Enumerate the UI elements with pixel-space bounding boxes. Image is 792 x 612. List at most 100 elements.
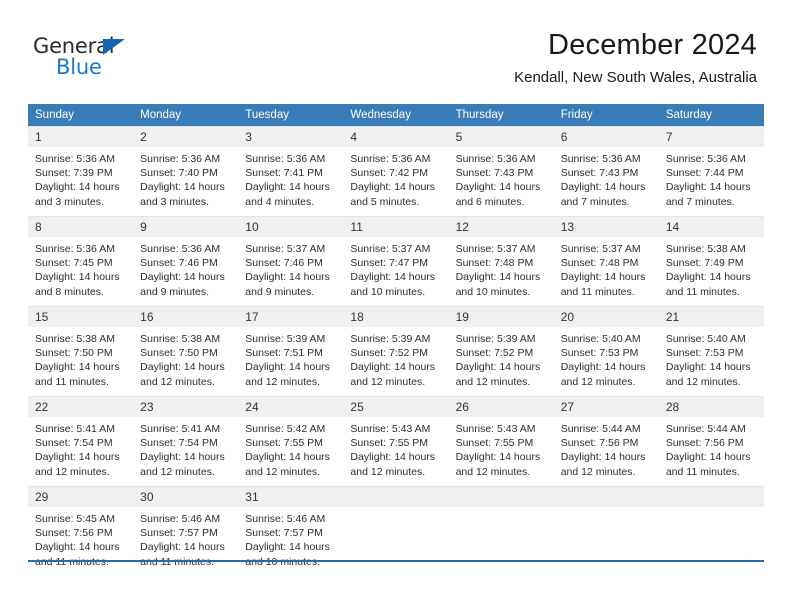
daylight-text-line1: Daylight: 14 hours bbox=[560, 271, 646, 284]
daylight-text-line1: Daylight: 14 hours bbox=[140, 181, 225, 194]
day-cell[interactable]: 26 Sunrise: 5:43 AM Sunset: 7:55 PM Dayl… bbox=[448, 396, 554, 486]
day-cell[interactable]: 4 Sunrise: 5:36 AM Sunset: 7:42 PM Dayli… bbox=[343, 126, 449, 216]
day-cell[interactable]: 16 Sunrise: 5:38 AM Sunset: 7:50 PM Dayl… bbox=[133, 306, 239, 396]
day-cell[interactable]: 17 Sunrise: 5:39 AM Sunset: 7:51 PM Dayl… bbox=[238, 306, 344, 396]
day-cell[interactable]: 21 Sunrise: 5:40 AM Sunset: 7:53 PM Dayl… bbox=[658, 306, 764, 396]
sunrise-text: Sunrise: 5:41 AM bbox=[140, 423, 221, 435]
sunrise-text: Sunrise: 5:40 AM bbox=[665, 333, 746, 345]
day-cell[interactable]: 12 Sunrise: 5:37 AM Sunset: 7:48 PM Dayl… bbox=[448, 216, 554, 306]
day-details: Sunrise: 5:38 AM Sunset: 7:50 PM Dayligh… bbox=[133, 327, 238, 389]
sunrise-text: Sunrise: 5:36 AM bbox=[350, 153, 431, 165]
day-details: Sunrise: 5:36 AM Sunset: 7:43 PM Dayligh… bbox=[449, 147, 554, 209]
day-cell[interactable]: 11 Sunrise: 5:37 AM Sunset: 7:47 PM Dayl… bbox=[343, 216, 449, 306]
day-cell[interactable]: 18 Sunrise: 5:39 AM Sunset: 7:52 PM Dayl… bbox=[343, 306, 449, 396]
calendar-week-row: 1 Sunrise: 5:36 AM Sunset: 7:39 PM Dayli… bbox=[28, 126, 764, 216]
sunrise-text: Sunrise: 5:38 AM bbox=[140, 333, 221, 345]
sunset-text: Sunset: 7:56 PM bbox=[560, 437, 639, 450]
sunrise-text: Sunrise: 5:43 AM bbox=[455, 423, 536, 435]
day-number: 26 bbox=[448, 397, 554, 417]
daylight-text-line1: Daylight: 14 hours bbox=[245, 181, 330, 194]
page-header: General Blue December 2024 Kendall, New … bbox=[0, 0, 792, 104]
day-number: 5 bbox=[448, 127, 554, 147]
day-cell[interactable]: 29 Sunrise: 5:45 AM Sunset: 7:56 PM Dayl… bbox=[28, 486, 134, 576]
day-number: 30 bbox=[133, 487, 239, 507]
daylight-text-line2: and 12 minutes. bbox=[560, 375, 636, 388]
day-number: 17 bbox=[238, 307, 344, 327]
daylight-text-line2: and 12 minutes. bbox=[560, 465, 636, 478]
day-details: Sunrise: 5:40 AM Sunset: 7:53 PM Dayligh… bbox=[554, 327, 659, 389]
daylight-text-line1: Daylight: 14 hours bbox=[35, 451, 120, 464]
day-cell[interactable]: 5 Sunrise: 5:36 AM Sunset: 7:43 PM Dayli… bbox=[448, 126, 554, 216]
daylight-text-line1: Daylight: 14 hours bbox=[350, 271, 436, 284]
day-cell[interactable]: 9 Sunrise: 5:36 AM Sunset: 7:46 PM Dayli… bbox=[133, 216, 239, 306]
daylight-text-line2: and 12 minutes. bbox=[35, 465, 110, 478]
day-number: 13 bbox=[553, 217, 659, 237]
daylight-text-line2: and 7 minutes. bbox=[665, 195, 735, 208]
day-cell[interactable]: 25 Sunrise: 5:43 AM Sunset: 7:55 PM Dayl… bbox=[343, 396, 449, 486]
day-cell[interactable]: 27 Sunrise: 5:44 AM Sunset: 7:56 PM Dayl… bbox=[553, 396, 659, 486]
sunrise-text: Sunrise: 5:36 AM bbox=[455, 153, 536, 165]
day-number: 11 bbox=[343, 217, 449, 237]
day-cell-empty bbox=[553, 486, 659, 576]
day-cell[interactable]: 7 Sunrise: 5:36 AM Sunset: 7:44 PM Dayli… bbox=[658, 126, 764, 216]
sunrise-text: Sunrise: 5:38 AM bbox=[35, 333, 115, 345]
day-cell[interactable]: 23 Sunrise: 5:41 AM Sunset: 7:54 PM Dayl… bbox=[133, 396, 239, 486]
weekday-header-monday: Monday bbox=[133, 104, 239, 126]
day-cell[interactable]: 22 Sunrise: 5:41 AM Sunset: 7:54 PM Dayl… bbox=[28, 396, 134, 486]
day-cell[interactable]: 28 Sunrise: 5:44 AM Sunset: 7:56 PM Dayl… bbox=[658, 396, 764, 486]
day-cell[interactable]: 31 Sunrise: 5:46 AM Sunset: 7:57 PM Dayl… bbox=[238, 486, 344, 576]
weekday-header-thursday: Thursday bbox=[448, 104, 554, 126]
calendar-week-row: 8 Sunrise: 5:36 AM Sunset: 7:45 PM Dayli… bbox=[28, 216, 764, 306]
day-cell[interactable]: 8 Sunrise: 5:36 AM Sunset: 7:45 PM Dayli… bbox=[28, 216, 134, 306]
day-cell[interactable]: 24 Sunrise: 5:42 AM Sunset: 7:55 PM Dayl… bbox=[238, 396, 344, 486]
day-cell-empty bbox=[658, 486, 764, 576]
calendar-week-row: 15 Sunrise: 5:38 AM Sunset: 7:50 PM Dayl… bbox=[28, 306, 764, 396]
day-cell[interactable]: 30 Sunrise: 5:46 AM Sunset: 7:57 PM Dayl… bbox=[133, 486, 239, 576]
day-cell[interactable]: 15 Sunrise: 5:38 AM Sunset: 7:50 PM Dayl… bbox=[28, 306, 134, 396]
daylight-text-line2: and 7 minutes. bbox=[560, 195, 630, 208]
day-cell[interactable]: 6 Sunrise: 5:36 AM Sunset: 7:43 PM Dayli… bbox=[553, 126, 659, 216]
daylight-text-line1: Daylight: 14 hours bbox=[665, 181, 751, 194]
sunset-text: Sunset: 7:54 PM bbox=[140, 437, 218, 450]
daylight-text-line2: and 3 minutes. bbox=[35, 195, 104, 208]
day-cell[interactable]: 19 Sunrise: 5:39 AM Sunset: 7:52 PM Dayl… bbox=[448, 306, 554, 396]
day-cell[interactable]: 13 Sunrise: 5:37 AM Sunset: 7:48 PM Dayl… bbox=[553, 216, 659, 306]
sunrise-text: Sunrise: 5:45 AM bbox=[35, 513, 115, 525]
day-number: 1 bbox=[28, 127, 134, 147]
sunset-text: Sunset: 7:55 PM bbox=[455, 437, 534, 450]
daylight-text-line1: Daylight: 14 hours bbox=[35, 181, 120, 194]
day-details: Sunrise: 5:39 AM Sunset: 7:52 PM Dayligh… bbox=[449, 327, 554, 389]
day-cell[interactable]: 14 Sunrise: 5:38 AM Sunset: 7:49 PM Dayl… bbox=[658, 216, 764, 306]
day-cell[interactable]: 1 Sunrise: 5:36 AM Sunset: 7:39 PM Dayli… bbox=[28, 126, 134, 216]
daylight-text-line2: and 10 minutes. bbox=[455, 285, 531, 298]
daylight-text-line1: Daylight: 14 hours bbox=[140, 271, 225, 284]
sunset-text: Sunset: 7:46 PM bbox=[245, 257, 323, 270]
day-number bbox=[658, 487, 764, 507]
day-number: 14 bbox=[658, 217, 764, 237]
day-number: 7 bbox=[658, 127, 764, 147]
day-cell[interactable]: 3 Sunrise: 5:36 AM Sunset: 7:41 PM Dayli… bbox=[238, 126, 344, 216]
daylight-text-line1: Daylight: 14 hours bbox=[455, 361, 541, 374]
daylight-text-line1: Daylight: 14 hours bbox=[455, 181, 541, 194]
day-number: 25 bbox=[343, 397, 449, 417]
daylight-text-line2: and 11 minutes. bbox=[665, 285, 740, 298]
day-number: 28 bbox=[658, 397, 764, 417]
day-cell[interactable]: 10 Sunrise: 5:37 AM Sunset: 7:46 PM Dayl… bbox=[238, 216, 344, 306]
daylight-text-line1: Daylight: 14 hours bbox=[560, 451, 646, 464]
daylight-text-line1: Daylight: 14 hours bbox=[140, 361, 225, 374]
daylight-text-line1: Daylight: 14 hours bbox=[35, 541, 120, 554]
daylight-text-line1: Daylight: 14 hours bbox=[665, 361, 751, 374]
daylight-text-line1: Daylight: 14 hours bbox=[455, 451, 541, 464]
sunrise-text: Sunrise: 5:42 AM bbox=[245, 423, 326, 435]
day-number: 19 bbox=[448, 307, 554, 327]
logo-text-blue: Blue bbox=[56, 55, 102, 79]
day-cell-empty bbox=[448, 486, 554, 576]
sunrise-text: Sunrise: 5:36 AM bbox=[35, 243, 115, 255]
day-cell[interactable]: 2 Sunrise: 5:36 AM Sunset: 7:40 PM Dayli… bbox=[133, 126, 239, 216]
day-details: Sunrise: 5:38 AM Sunset: 7:49 PM Dayligh… bbox=[659, 237, 764, 299]
day-cell[interactable]: 20 Sunrise: 5:40 AM Sunset: 7:53 PM Dayl… bbox=[553, 306, 659, 396]
sunrise-text: Sunrise: 5:37 AM bbox=[245, 243, 326, 255]
sunrise-text: Sunrise: 5:44 AM bbox=[665, 423, 746, 435]
sunrise-text: Sunrise: 5:46 AM bbox=[245, 513, 326, 525]
sunset-text: Sunset: 7:55 PM bbox=[245, 437, 323, 450]
